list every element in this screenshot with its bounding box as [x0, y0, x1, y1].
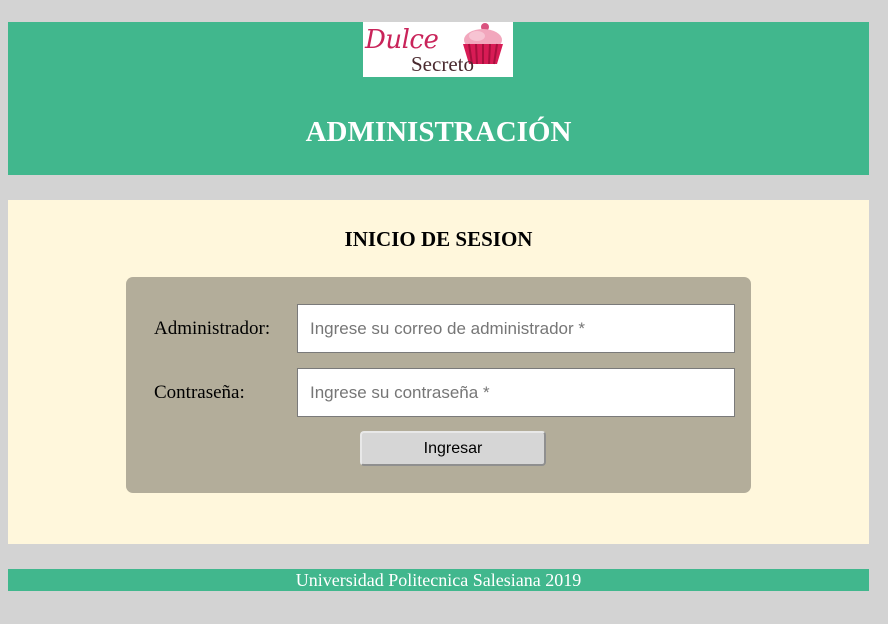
login-section: INICIO DE SESION Administrador: Contrase… [8, 200, 869, 544]
admin-label: Administrador: [154, 318, 271, 339]
login-button[interactable]: Ingresar [360, 431, 546, 466]
page-footer: Universidad Politecnica Salesiana 2019 [8, 569, 869, 591]
login-title: INICIO DE SESION [344, 227, 533, 251]
password-label: Contraseña: [154, 382, 245, 403]
logo: Dulce Secreto [363, 22, 513, 77]
page-header: Dulce Secreto ADMINISTRACIÓN [8, 22, 869, 175]
password-input[interactable] [297, 368, 735, 417]
logo-script-text: Dulce [365, 25, 439, 55]
logo-sub-text: Secreto [411, 52, 474, 76]
login-form: Administrador: Contraseña: Ingresar [126, 277, 751, 493]
page-title: ADMINISTRACIÓN [305, 116, 572, 148]
admin-email-input[interactable] [297, 304, 735, 353]
